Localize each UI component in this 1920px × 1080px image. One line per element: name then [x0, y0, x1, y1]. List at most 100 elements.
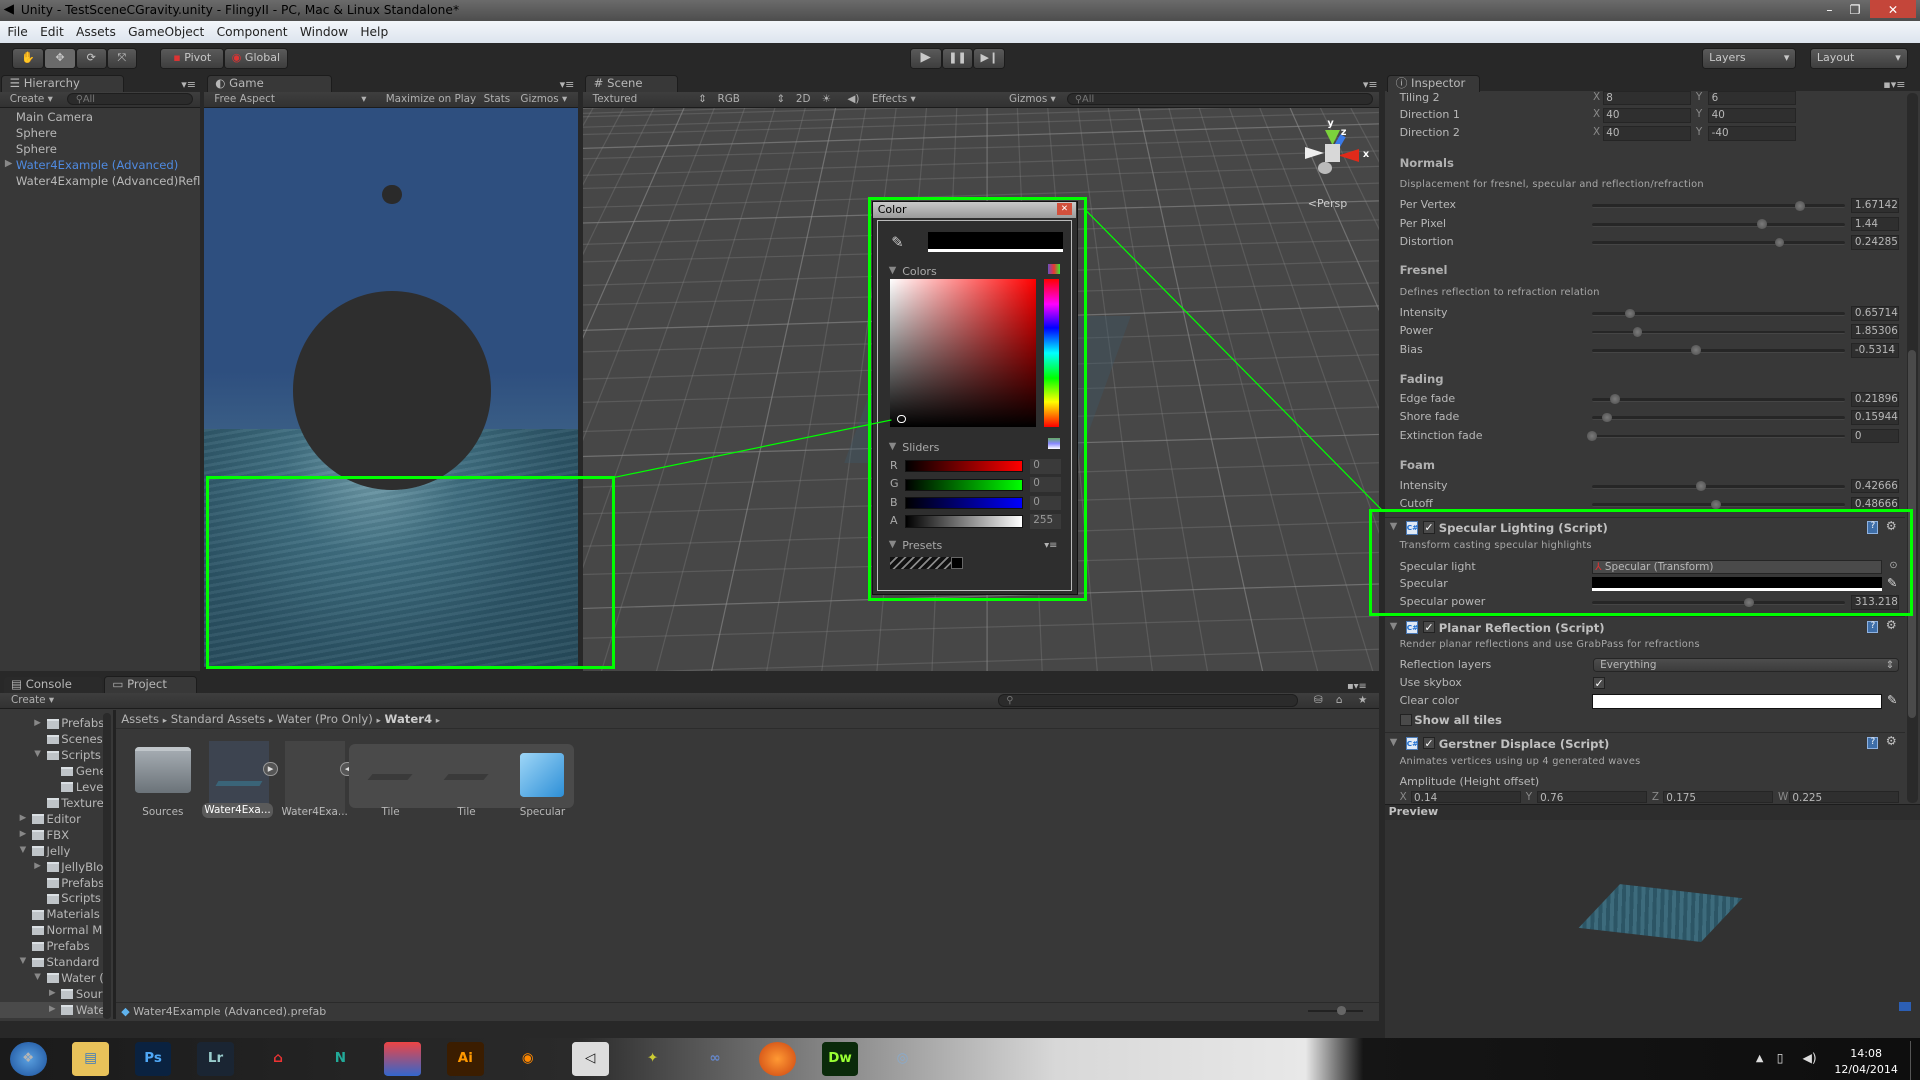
eyedropper-icon[interactable]: ✎ — [1887, 693, 1897, 707]
reflection-layers-dropdown[interactable]: Everything ⇕ — [1593, 657, 1900, 673]
taskbar-app-paint-icon[interactable] — [384, 1042, 422, 1077]
filter-type-icon[interactable]: ⛁ — [1314, 693, 1323, 708]
slider-knob[interactable] — [1624, 308, 1635, 319]
tree-item-folder[interactable]: Prefabs — [31, 939, 103, 953]
volume-icon[interactable]: ◀) — [1802, 1051, 1816, 1065]
tree-item-folder[interactable]: Wate — [61, 1003, 103, 1016]
hierarchy-search-input[interactable]: ⚲All — [67, 93, 194, 106]
fading-shore-fade-slider[interactable] — [1591, 412, 1846, 423]
specular-light-object-field[interactable]: ⅄ Specular (Transform) — [1591, 559, 1883, 575]
eyedropper-icon[interactable]: ✎ — [1887, 576, 1897, 590]
channel-r-slider[interactable] — [904, 460, 1024, 473]
fading-shore-fade-value-field[interactable]: 0.15944 — [1851, 410, 1900, 425]
layout-dropdown[interactable]: Layout ▾ — [1809, 47, 1908, 69]
expand-arrow-icon[interactable]: ▶ — [20, 829, 27, 839]
show-desktop-button[interactable] — [1910, 1040, 1920, 1080]
lighting-toggle-icon[interactable]: ☀ — [822, 92, 831, 107]
expand-arrow-icon[interactable]: ▶ — [34, 861, 41, 871]
maximize-on-play-toggle[interactable]: Maximize on Play — [386, 92, 477, 107]
global-button[interactable]: ◉ Global — [224, 47, 288, 69]
normals-per-vertex-slider[interactable] — [1591, 200, 1846, 211]
menu-gameobject[interactable]: GameObject — [128, 25, 204, 39]
specular-cube-icon[interactable] — [520, 753, 565, 798]
expand-arrow-icon[interactable]: ▼ — [34, 972, 41, 982]
panel-menu-icon[interactable]: ▾≡ — [560, 78, 575, 91]
project-search-input[interactable]: ⚲ — [997, 694, 1298, 707]
slider-knob[interactable] — [1586, 431, 1597, 441]
pause-button[interactable]: ❚❚ — [941, 47, 974, 69]
taskbar-app-red-icon[interactable]: ⌂ — [260, 1042, 297, 1076]
render-mode-dropdown[interactable]: RGB — [718, 92, 740, 107]
expand-arrow-icon[interactable]: ▶ — [49, 1004, 56, 1014]
scale-tool-icon[interactable]: ⤧ — [106, 47, 138, 69]
fading-extinction-fade-slider[interactable] — [1586, 431, 1846, 441]
asset-label[interactable]: Water4Exa... — [278, 806, 351, 818]
channel-g-value[interactable]: 0 — [1029, 477, 1062, 492]
object-picker-icon[interactable]: ⊙ — [1889, 560, 1897, 571]
asset-label[interactable]: Tile — [354, 806, 427, 818]
collapse-arrow-icon[interactable]: ▼ — [889, 265, 897, 276]
preset-swatch-black[interactable] — [951, 556, 964, 570]
presets-menu-icon[interactable]: ▾≡ — [1044, 540, 1057, 551]
foldout-arrow-icon[interactable]: ▼ — [1390, 521, 1398, 532]
audio-toggle-icon[interactable]: ◀) — [847, 92, 859, 107]
tree-item-folder[interactable]: JellyBlo — [46, 860, 103, 873]
expand-arrow-icon[interactable]: ▶ — [5, 158, 13, 169]
amplitude-z-field[interactable]: 0.175 — [1662, 791, 1774, 804]
component-gerstner-displace[interactable]: ▼ C# ✓ Gerstner Displace (Script)? ⚙ — [1384, 732, 1906, 753]
help-book-icon[interactable]: ? — [1867, 620, 1879, 633]
tree-item-folder[interactable]: Sour — [61, 987, 103, 1000]
amplitude-x-field[interactable]: 0.14 — [1410, 791, 1521, 804]
scene-gizmo[interactable]: y z x — [1300, 118, 1373, 185]
fresnel-bias-value-field[interactable]: -0.5314 — [1851, 342, 1900, 358]
normals-distortion-slider[interactable] — [1591, 237, 1846, 248]
network-icon[interactable]: ▯ — [1777, 1051, 1784, 1065]
rotate-tool-icon[interactable]: ⟳ — [75, 47, 107, 69]
breadcrumb-item[interactable]: Standard Assets — [171, 712, 265, 726]
breadcrumb-item[interactable]: Water (Pro Only) — [277, 712, 373, 726]
expand-arrow-icon[interactable]: ▶ — [20, 813, 27, 823]
taskbar-Lr-icon[interactable]: Lr — [197, 1042, 234, 1077]
tree-item-folder[interactable]: Editor — [31, 812, 103, 825]
taskbar-firefox-icon[interactable] — [759, 1042, 796, 1077]
channel-b-slider[interactable] — [904, 496, 1024, 510]
asset-label[interactable]: Specular — [506, 806, 579, 818]
slider-knob[interactable] — [1695, 481, 1706, 491]
expand-arrow-icon[interactable]: ▶ — [49, 988, 56, 998]
collapse-arrow-icon[interactable]: ▼ — [889, 539, 897, 550]
normals-per-pixel-value-field[interactable]: 1.44 — [1851, 216, 1900, 232]
slider-knob[interactable] — [1690, 345, 1701, 356]
tab-console[interactable]: ▤ Console — [3, 677, 102, 695]
asset-label[interactable]: Tile — [430, 806, 503, 818]
fading-edge-fade-value-field[interactable]: 0.21896 — [1851, 391, 1900, 407]
tree-item-folder[interactable]: Scenes — [46, 732, 103, 746]
component-specular-lighting[interactable]: ▼ C# ✓ Specular Lighting (Script)? ⚙ — [1384, 516, 1906, 538]
preview-header[interactable]: Preview — [1384, 804, 1920, 821]
asset-label-selected[interactable]: Water4Exa... — [202, 803, 274, 818]
asset-prefab-thumb-2[interactable] — [285, 740, 346, 815]
hierarchy-item[interactable]: Sphere — [16, 142, 57, 156]
close-button[interactable]: ✕ — [1869, 0, 1917, 19]
tree-item-folder[interactable]: Leve — [61, 780, 103, 793]
tree-item-folder[interactable]: Scripts — [46, 748, 103, 762]
create-dropdown[interactable]: Create ▾ — [10, 92, 53, 107]
tree-item-folder[interactable]: Materials — [31, 907, 103, 921]
foam-cutoff-value-field[interactable]: 0.48666 — [1851, 497, 1900, 512]
tree-item-folder[interactable]: Standard — [31, 955, 103, 969]
use-skybox-checkbox[interactable]: ✓ — [1593, 677, 1606, 690]
expand-arrow-icon[interactable]: ▼ — [20, 845, 27, 855]
show-all-tiles-checkbox[interactable] — [1399, 713, 1412, 727]
menu-assets[interactable]: Assets — [76, 25, 116, 39]
saturation-value-field[interactable] — [889, 278, 1036, 428]
hand-tool-icon[interactable]: ✋ — [12, 47, 45, 69]
create-dropdown[interactable]: Create ▾ — [11, 693, 54, 708]
enabled-checkbox[interactable]: ✓ — [1422, 620, 1436, 633]
hierarchy-item-selected[interactable]: Water4Example (Advanced) — [16, 158, 178, 172]
menu-edit[interactable]: Edit — [40, 25, 64, 39]
hierarchy-item[interactable]: Water4Example (Advanced)Refl — [16, 174, 201, 188]
taskbar-visual-studio-icon[interactable]: ∞ — [697, 1042, 734, 1076]
hierarchy-item[interactable]: Sphere — [16, 126, 57, 140]
enabled-checkbox[interactable]: ✓ — [1422, 736, 1436, 750]
vector-x-field[interactable]: 40 — [1602, 108, 1691, 124]
slider-mode-icon[interactable] — [1047, 438, 1061, 450]
